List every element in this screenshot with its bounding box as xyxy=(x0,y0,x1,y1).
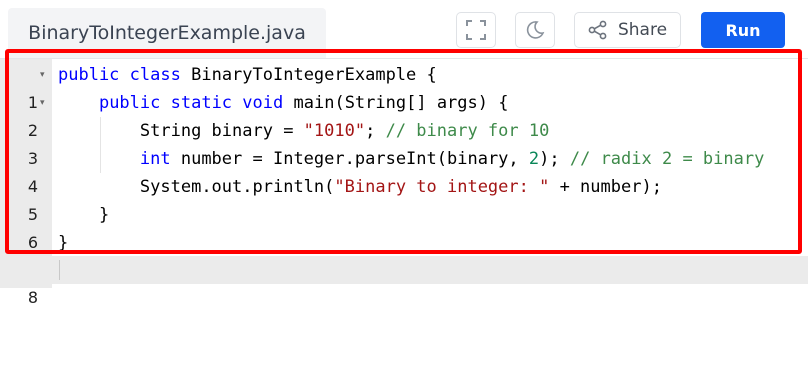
code-token: String xyxy=(139,121,202,141)
code-token: parseInt xyxy=(354,149,437,169)
active-code-line[interactable]: 8 xyxy=(0,256,808,307)
code-token: ( xyxy=(324,177,335,197)
code-token: "1010" xyxy=(303,121,366,141)
share-icon xyxy=(588,20,607,40)
code-comment: // radix 2 = binary xyxy=(569,149,765,169)
code-token: System xyxy=(139,177,202,197)
fullscreen-icon xyxy=(466,20,486,40)
file-name: BinaryToIntegerExample.java xyxy=(28,22,306,44)
run-label: Run xyxy=(725,20,761,40)
editor-toolbar: BinaryToIntegerExample.java Share Run xyxy=(0,0,808,59)
code-token: } xyxy=(98,205,110,225)
code-line[interactable]: 3 String binary = "1010"; // binary for … xyxy=(0,117,808,168)
code-token: "Binary to integer: " xyxy=(334,177,550,197)
fullscreen-button[interactable] xyxy=(456,12,496,48)
code-token: BinaryToIntegerExample { xyxy=(191,65,437,85)
code-token: [] args) { xyxy=(406,93,509,113)
code-token: . xyxy=(344,149,355,169)
code-comment: // binary for 10 xyxy=(385,121,550,141)
code-token: String xyxy=(344,93,407,113)
code-line[interactable]: 1 ▾ public class BinaryToIntegerExample … xyxy=(0,61,808,112)
code-line[interactable]: 6 } xyxy=(0,201,808,252)
line-number: 8 xyxy=(27,288,38,307)
code-token: class xyxy=(129,65,181,85)
code-line[interactable]: 7 } xyxy=(0,229,808,280)
code-token: 2 xyxy=(528,149,540,169)
code-token: (binary, xyxy=(436,149,529,169)
code-token: binary = xyxy=(201,121,304,141)
run-button[interactable]: Run xyxy=(701,12,785,48)
code-token: Integer xyxy=(272,149,345,169)
code-line[interactable]: 5 System.out.println("Binary to integer:… xyxy=(0,173,808,224)
code-token: } xyxy=(58,233,69,253)
share-label: Share xyxy=(617,20,668,40)
code-editor[interactable]: 1 ▾ public class BinaryToIntegerExample … xyxy=(0,59,808,307)
share-button[interactable]: Share xyxy=(574,12,681,48)
theme-toggle-button[interactable] xyxy=(515,12,555,48)
text-cursor xyxy=(59,260,60,280)
fold-toggle-icon[interactable]: ▾ xyxy=(40,61,45,89)
code-token: println xyxy=(252,177,325,197)
code-token: ); xyxy=(539,149,570,169)
code-token: int xyxy=(139,149,171,169)
code-token: public xyxy=(58,65,120,85)
code-token: number = xyxy=(170,149,273,169)
file-tab[interactable]: BinaryToIntegerExample.java xyxy=(8,8,326,58)
code-token: public xyxy=(98,93,161,113)
code-line[interactable]: 4 int number = Integer.parseInt(binary, … xyxy=(0,145,808,196)
code-token: + number); xyxy=(549,177,662,197)
code-line[interactable]: 2 ▾ public static void main(String[] arg… xyxy=(0,89,808,140)
code-token: void xyxy=(242,93,284,113)
code-token: ; xyxy=(365,121,386,141)
code-token: static xyxy=(170,93,233,113)
moon-icon xyxy=(526,21,545,39)
fold-toggle-icon[interactable]: ▾ xyxy=(40,89,45,117)
code-token: .out. xyxy=(201,177,253,197)
code-token: main( xyxy=(293,93,345,113)
